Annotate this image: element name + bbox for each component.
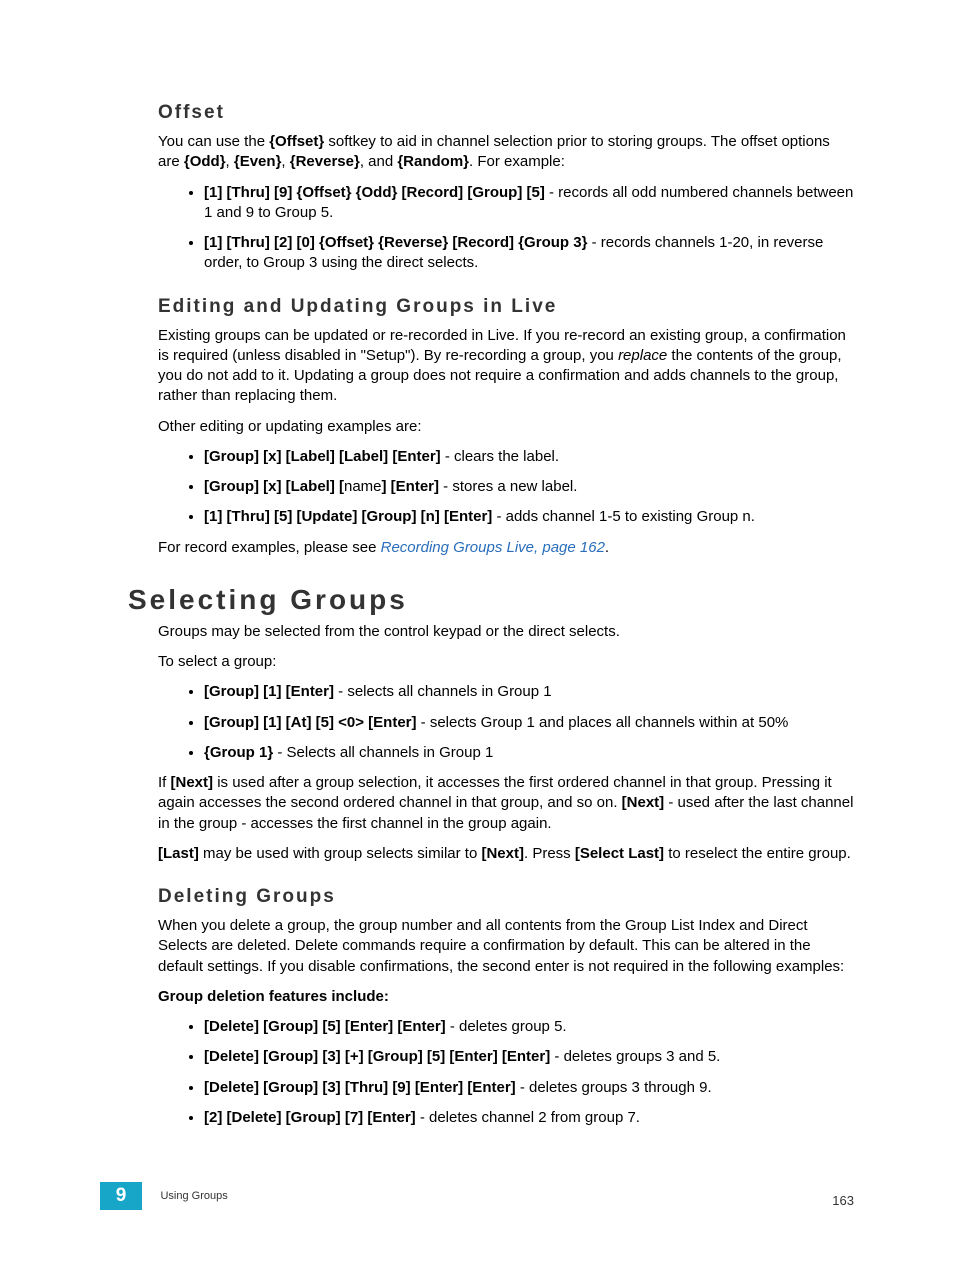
softkey-odd: {Odd} xyxy=(184,153,226,170)
text: - adds channel 1-5 to existing Group n. xyxy=(492,508,755,525)
list-item: [Delete] [Group] [3] [+] [Group] [5] [En… xyxy=(204,1047,854,1067)
list-item: [1] [Thru] [2] [0] {Offset} {Reverse} [R… xyxy=(204,233,854,274)
list-item: [1] [Thru] [9] {Offset} {Odd} [Record] [… xyxy=(204,183,854,224)
command-syntax: [Delete] [Group] [5] [Enter] [Enter] xyxy=(204,1018,446,1035)
text: , and xyxy=(360,153,398,170)
page-footer: 9 Using Groups 163 xyxy=(100,1182,854,1212)
list-item: [1] [Thru] [5] [Update] [Group] [n] [Ent… xyxy=(204,507,854,527)
key-select-last: [Select Last] xyxy=(575,845,664,862)
text: to reselect the entire group. xyxy=(664,845,851,862)
text: - deletes groups 3 and 5. xyxy=(550,1048,720,1065)
text: If xyxy=(158,774,171,791)
command-syntax: [Group] [1] [At] [5] <0> [Enter] xyxy=(204,714,417,731)
bullet-list: [1] [Thru] [9] {Offset} {Odd} [Record] [… xyxy=(158,183,854,274)
heading-selecting-groups: Selecting Groups xyxy=(128,584,854,616)
text: - Selects all channels in Group 1 xyxy=(273,744,493,761)
text: - clears the label. xyxy=(441,448,559,465)
emphasis: replace xyxy=(618,347,667,364)
text: , xyxy=(281,153,289,170)
command-syntax: [Group] [1] [Enter] xyxy=(204,683,334,700)
text: You can use the xyxy=(158,133,269,150)
text: - selects Group 1 and places all channel… xyxy=(417,714,789,731)
list-item: [Group] [x] [Label] [name] [Enter] - sto… xyxy=(204,477,854,497)
text: . xyxy=(605,539,609,556)
heading-offset: Offset xyxy=(158,102,854,124)
command-syntax: [Delete] [Group] [3] [Thru] [9] [Enter] … xyxy=(204,1079,516,1096)
paragraph: Groups may be selected from the control … xyxy=(158,622,854,642)
command-syntax: {Group 1} xyxy=(204,744,273,761)
bullet-list: [Delete] [Group] [5] [Enter] [Enter] - d… xyxy=(158,1017,854,1128)
list-item: [Group] [x] [Label] [Label] [Enter] - cl… xyxy=(204,447,854,467)
bullet-list: [Group] [x] [Label] [Label] [Enter] - cl… xyxy=(158,447,854,528)
command-syntax: [1] [Thru] [2] [0] {Offset} {Reverse} [R… xyxy=(204,234,587,251)
command-syntax: [1] [Thru] [9] {Offset} {Odd} [Record] [… xyxy=(204,184,545,201)
page-number: 163 xyxy=(832,1193,854,1208)
softkey-reverse: {Reverse} xyxy=(290,153,360,170)
document-page: Offset You can use the {Offset} softkey … xyxy=(0,0,954,1272)
content-column: Offset You can use the {Offset} softkey … xyxy=(100,102,854,1128)
paragraph: When you delete a group, the group numbe… xyxy=(158,916,854,977)
cross-reference-link[interactable]: Recording Groups Live, page 162 xyxy=(381,539,605,556)
heading-deleting-groups: Deleting Groups xyxy=(158,886,854,908)
paragraph: You can use the {Offset} softkey to aid … xyxy=(158,132,854,173)
text: - stores a new label. xyxy=(439,478,577,495)
text: , xyxy=(226,153,234,170)
list-item: [2] [Delete] [Group] [7] [Enter] - delet… xyxy=(204,1108,854,1128)
softkey-random: {Random} xyxy=(397,153,469,170)
text: may be used with group selects similar t… xyxy=(199,845,482,862)
key-next: [Next] xyxy=(171,774,214,791)
footer-chapter-title: Using Groups xyxy=(160,1190,227,1202)
text: - deletes channel 2 from group 7. xyxy=(416,1109,640,1126)
key-next: [Next] xyxy=(622,794,665,811)
text: - deletes group 5. xyxy=(446,1018,567,1035)
paragraph: For record examples, please see Recordin… xyxy=(158,538,854,558)
list-item: [Delete] [Group] [3] [Thru] [9] [Enter] … xyxy=(204,1078,854,1098)
paragraph-bold: Group deletion features include: xyxy=(158,987,854,1007)
softkey-even: {Even} xyxy=(234,153,282,170)
text: - deletes groups 3 through 9. xyxy=(516,1079,712,1096)
text: For record examples, please see xyxy=(158,539,381,556)
command-syntax: [Group] [x] [Label] [ xyxy=(204,478,344,495)
command-syntax: ] [Enter] xyxy=(382,478,440,495)
paragraph: [Last] may be used with group selects si… xyxy=(158,844,854,864)
list-item: [Group] [1] [Enter] - selects all channe… xyxy=(204,682,854,702)
paragraph: Existing groups can be updated or re-rec… xyxy=(158,326,854,407)
softkey-offset: {Offset} xyxy=(269,133,324,150)
list-item: [Group] [1] [At] [5] <0> [Enter] - selec… xyxy=(204,713,854,733)
list-item: {Group 1} - Selects all channels in Grou… xyxy=(204,743,854,763)
text: - selects all channels in Group 1 xyxy=(334,683,552,700)
text: . Press xyxy=(524,845,575,862)
paragraph: Other editing or updating examples are: xyxy=(158,417,854,437)
command-syntax: [2] [Delete] [Group] [7] [Enter] xyxy=(204,1109,416,1126)
text: name xyxy=(344,478,382,495)
heading-editing-updating: Editing and Updating Groups in Live xyxy=(158,296,854,318)
key-last: [Last] xyxy=(158,845,199,862)
command-syntax: [Delete] [Group] [3] [+] [Group] [5] [En… xyxy=(204,1048,550,1065)
key-next: [Next] xyxy=(481,845,524,862)
command-syntax: [Group] [x] [Label] [Label] [Enter] xyxy=(204,448,441,465)
text: . For example: xyxy=(469,153,565,170)
bullet-list: [Group] [1] [Enter] - selects all channe… xyxy=(158,682,854,763)
chapter-number-box: 9 xyxy=(100,1182,142,1210)
paragraph: To select a group: xyxy=(158,652,854,672)
paragraph: If [Next] is used after a group selectio… xyxy=(158,773,854,834)
list-item: [Delete] [Group] [5] [Enter] [Enter] - d… xyxy=(204,1017,854,1037)
command-syntax: [1] [Thru] [5] [Update] [Group] [n] [Ent… xyxy=(204,508,492,525)
